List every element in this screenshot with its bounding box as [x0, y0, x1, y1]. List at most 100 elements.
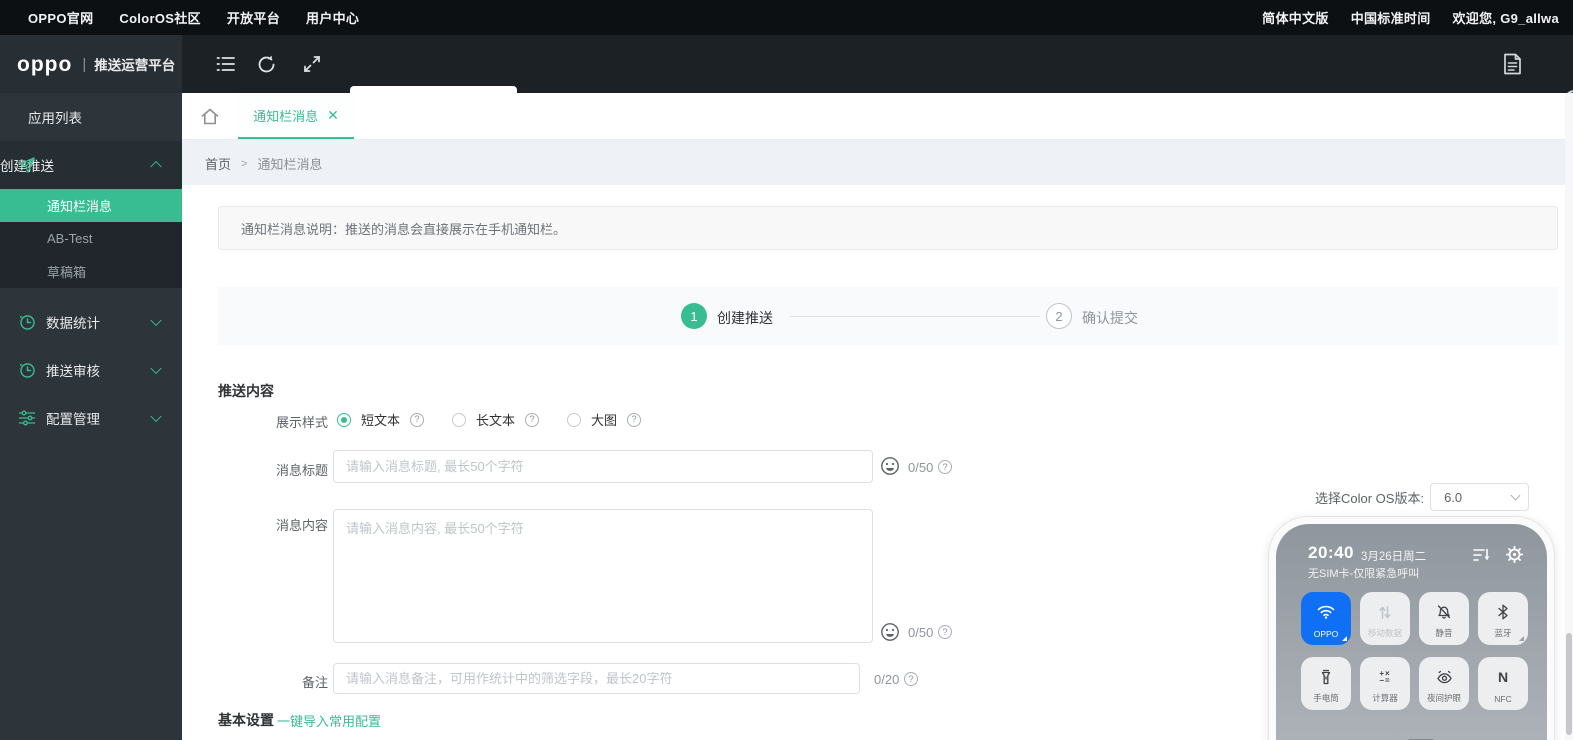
- sliders-icon: [18, 409, 36, 427]
- sidebar-item-drafts[interactable]: 草稿箱: [0, 255, 182, 288]
- emoji-picker-icon[interactable]: [880, 622, 900, 642]
- radio-label-short-text[interactable]: 短文本: [361, 410, 400, 429]
- help-icon[interactable]: ?: [904, 672, 918, 686]
- flashlight-icon: [1319, 666, 1333, 688]
- fullscreen-icon[interactable]: [295, 35, 329, 93]
- history-clock-icon: [18, 313, 36, 331]
- language-switch[interactable]: 简体中文版: [1262, 8, 1329, 27]
- notice-box: 通知栏消息说明：推送的消息会直接展示在手机通知栏。: [218, 206, 1558, 250]
- scrollbar-thumb[interactable]: [1566, 633, 1572, 735]
- history-clock-icon: [18, 361, 36, 379]
- tile-label: 手电筒: [1301, 692, 1351, 704]
- step-2-circle: 2: [1046, 303, 1072, 329]
- content-panel: 通知栏消息说明：推送的消息会直接展示在手机通知栏。 1 创建推送 2 确认提交 …: [182, 185, 1565, 740]
- vertical-scrollbar: [1565, 93, 1573, 740]
- sidebar: 应用列表 创建推送 通知栏消息 AB-Test 草稿箱 数据统计: [0, 93, 182, 740]
- step-2-label: 确认提交: [1082, 308, 1138, 328]
- radio-long-text[interactable]: [452, 413, 466, 427]
- sidebar-item-app-list[interactable]: 应用列表: [0, 93, 182, 141]
- remark-input[interactable]: [333, 663, 860, 694]
- phone-preview: 20:40 3月26日周二 无SIM卡-仅限紧急呼叫 OPPO: [1268, 516, 1555, 740]
- tile-nfc[interactable]: N NFC: [1478, 657, 1528, 710]
- step-connector: [790, 316, 1040, 317]
- main-area: 通知栏消息 ✕ 首页 > 通知栏消息 通知栏消息说明：推送的消息会直接展示在手机…: [182, 93, 1565, 740]
- coloros-version-label: 选择Color OS版本:: [1315, 488, 1424, 507]
- link-oppo-site[interactable]: OPPO官网: [28, 8, 93, 27]
- timezone-label: 中国标准时间: [1351, 8, 1431, 27]
- help-icon[interactable]: ?: [627, 413, 641, 427]
- radio-label-big-image[interactable]: 大图: [591, 410, 617, 429]
- sidebar-subitem-label: 通知栏消息: [47, 196, 112, 215]
- home-tab[interactable]: [190, 93, 230, 139]
- platform-title: 推送运营平台: [94, 54, 175, 74]
- sidebar-item-label: 应用列表: [28, 107, 82, 127]
- radio-big-image[interactable]: [567, 413, 581, 427]
- coloros-version-select[interactable]: 6.0: [1430, 483, 1529, 511]
- link-coloros-community[interactable]: ColorOS社区: [119, 8, 200, 27]
- link-user-center[interactable]: 用户中心: [306, 8, 359, 27]
- mobile-data-icon: [1378, 601, 1392, 623]
- tab-bar: 通知栏消息 ✕: [182, 93, 1565, 140]
- tile-label: 计算器: [1360, 692, 1410, 704]
- tab-notification-message[interactable]: 通知栏消息 ✕: [238, 93, 354, 139]
- sidebar-item-data-statistics[interactable]: 数据统计: [0, 298, 182, 346]
- help-icon[interactable]: ?: [525, 413, 539, 427]
- sidebar-item-config-management[interactable]: 配置管理: [0, 394, 182, 442]
- chevron-down-icon: [150, 411, 161, 422]
- tile-corner-badge: [1342, 636, 1347, 641]
- radio-short-text[interactable]: [337, 413, 351, 427]
- phone-time: 20:40: [1308, 543, 1354, 563]
- tile-mute[interactable]: 静音: [1419, 592, 1469, 645]
- link-open-platform[interactable]: 开放平台: [227, 8, 280, 27]
- breadcrumb-current: 通知栏消息: [257, 154, 322, 173]
- tile-eye-protection[interactable]: 夜间护眼: [1419, 657, 1469, 710]
- collapse-menu-icon[interactable]: [209, 35, 243, 93]
- breadcrumb-separator: >: [241, 158, 247, 170]
- refresh-icon[interactable]: [249, 35, 283, 93]
- phone-sim-status: 无SIM卡-仅限紧急呼叫: [1308, 565, 1419, 581]
- display-style-label: 展示样式: [218, 412, 328, 431]
- sidebar-group-create-push: 创建推送 通知栏消息 AB-Test 草稿箱: [0, 141, 182, 288]
- help-icon[interactable]: ?: [410, 413, 424, 427]
- sidebar-item-push-review[interactable]: 推送审核: [0, 346, 182, 394]
- tile-calculator[interactable]: +×−= 计算器: [1360, 657, 1410, 710]
- paper-plane-icon: [18, 156, 36, 174]
- step-1-label: 创建推送: [717, 308, 773, 328]
- docs-icon[interactable]: [1494, 35, 1530, 93]
- chevron-down-icon: [1511, 491, 1521, 501]
- message-content-label: 消息内容: [218, 515, 328, 534]
- remark-label: 备注: [218, 672, 328, 691]
- import-config-link[interactable]: 一键导入常用配置: [277, 711, 381, 730]
- night-eye-icon: [1436, 666, 1453, 688]
- tile-wifi[interactable]: OPPO: [1301, 592, 1351, 645]
- tile-label: 移动数据: [1360, 627, 1410, 639]
- wifi-icon: [1317, 601, 1335, 623]
- breadcrumb-home[interactable]: 首页: [205, 154, 231, 173]
- welcome-user[interactable]: 欢迎您, G9_allwa: [1453, 8, 1560, 27]
- home-icon: [200, 107, 220, 126]
- sidebar-item-create-push[interactable]: 创建推送: [0, 141, 182, 189]
- tile-flashlight[interactable]: 手电筒: [1301, 657, 1351, 710]
- message-title-input[interactable]: [333, 450, 873, 483]
- notice-text: 通知栏消息说明：推送的消息会直接展示在手机通知栏。: [241, 219, 566, 238]
- help-icon[interactable]: ?: [938, 460, 952, 474]
- settings-gear-icon[interactable]: [1506, 546, 1523, 568]
- help-icon[interactable]: ?: [938, 625, 952, 639]
- top-bar: OPPO官网 ColorOS社区 开放平台 用户中心 简体中文版 中国标准时间 …: [0, 0, 1573, 35]
- sidebar-item-notification-message[interactable]: 通知栏消息: [0, 189, 182, 222]
- nfc-icon: N: [1498, 666, 1508, 688]
- emoji-picker-icon[interactable]: [880, 456, 900, 476]
- tile-sort-icon[interactable]: [1473, 548, 1491, 567]
- tile-mobile-data[interactable]: 移动数据: [1360, 592, 1410, 645]
- sidebar-item-ab-test[interactable]: AB-Test: [0, 222, 182, 255]
- tile-bluetooth[interactable]: 蓝牙: [1478, 592, 1528, 645]
- close-tab-icon[interactable]: ✕: [327, 108, 339, 122]
- logo-block[interactable]: oppo | 推送运营平台: [0, 35, 182, 93]
- calculator-icon: +×−=: [1379, 666, 1390, 688]
- tile-corner-badge: [1519, 636, 1524, 641]
- message-content-textarea[interactable]: [333, 509, 873, 643]
- radio-label-long-text[interactable]: 长文本: [476, 410, 515, 429]
- chevron-down-icon: [150, 315, 161, 326]
- oppo-logo: oppo: [17, 54, 72, 75]
- remark-char-counter: 0/20: [874, 672, 899, 687]
